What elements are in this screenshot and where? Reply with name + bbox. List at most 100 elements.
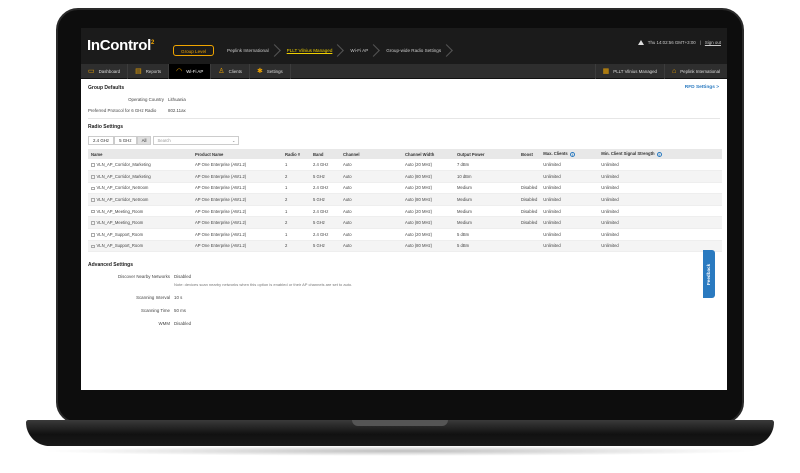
feedback-tab[interactable]: Feedback: [703, 250, 715, 298]
table-cell: 1: [282, 182, 310, 195]
group-level-badge[interactable]: Group Level: [173, 45, 215, 56]
cell-text: 2.4 GHz: [313, 231, 329, 237]
cell-text: Auto: [343, 185, 352, 191]
table-cell: 2: [282, 216, 310, 230]
table-cell: AP One Enterprise (AW1.2): [192, 159, 282, 172]
table-row[interactable]: VLN_AP_Support_Room AP One Enterprise (AW…: [88, 240, 722, 253]
discover-value[interactable]: Disabled: [174, 274, 191, 279]
info-icon[interactable]: i: [569, 151, 575, 157]
row-checkbox[interactable]: [91, 209, 95, 214]
table-cell: 2.4 GHz: [310, 159, 340, 172]
radio-settings-title: Radio Settings: [88, 124, 124, 130]
table-cell: Unlimited: [540, 240, 599, 253]
discover-note: Note: devices scan nearby networks when …: [174, 282, 353, 288]
table-row[interactable]: VLN_AP_Meeting_Room AP One Enterprise (AW…: [88, 216, 722, 230]
protocol-value: 802.11ax: [168, 108, 186, 113]
breadcrumb-item-group[interactable]: PLLT Vilnius Managed: [278, 45, 342, 56]
table-row[interactable]: VLN_AP_Corridor_Netroom AP One Enterprise…: [88, 182, 722, 195]
table-row[interactable]: VLN_AP_Corridor_Netroom AP One Enterprise…: [88, 193, 722, 206]
col-boost[interactable]: Boost: [518, 149, 541, 159]
table-cell: AP One Enterprise (AW1.2): [192, 205, 282, 218]
table-cell: 5 dBm: [454, 228, 518, 241]
nav-clients[interactable]: ♙ Clients: [211, 63, 250, 79]
table-cell: Unlimited: [598, 182, 722, 195]
tab-2-4ghz[interactable]: 2.4 GHz: [88, 136, 115, 145]
tab-all[interactable]: All: [136, 136, 152, 145]
scan-time-value[interactable]: 50 ms: [174, 308, 186, 313]
breadcrumb: Group Level Peplink International PLLT V…: [173, 45, 450, 56]
col-width[interactable]: Channel Width: [402, 149, 454, 159]
incontrol-logo[interactable]: InControl2: [87, 37, 154, 54]
interval-label: Scanning Interval: [136, 295, 170, 301]
interval-value[interactable]: 10 s: [174, 295, 182, 300]
table-cell: AP One Enterprise (AW1.2): [192, 193, 282, 206]
cell-text: Disabled: [521, 220, 538, 226]
table-cell: VLN_AP_Corridor_Netroom: [88, 193, 192, 206]
tab-5ghz[interactable]: 5 GHz: [114, 136, 137, 145]
row-checkbox[interactable]: [91, 186, 95, 191]
cell-text: 2: [285, 243, 288, 249]
col-name[interactable]: Name: [88, 149, 192, 159]
col-band[interactable]: Band: [310, 149, 340, 159]
nav-wifi-ap[interactable]: ◠ Wi-Fi AP: [169, 63, 212, 79]
table-cell: Auto (80 MHz): [402, 170, 454, 183]
chevron-down-icon: ⌄: [231, 138, 236, 143]
row-checkbox[interactable]: [91, 221, 95, 225]
signout-link[interactable]: Sign out: [705, 40, 721, 45]
table-cell: 2: [282, 170, 310, 183]
nav-org-switcher[interactable]: ⌂ Peplink International: [663, 64, 727, 79]
table-cell: [518, 170, 541, 183]
table-cell: AP One Enterprise (AW1.2): [192, 228, 282, 241]
table-cell: 1: [282, 228, 310, 241]
cell-text: Unlimited: [543, 162, 561, 168]
cell-text: 5 GHz: [313, 197, 325, 203]
user-area: Thu 14:02:56 GMT+3:00 | Sign out: [637, 40, 721, 45]
row-checkbox[interactable]: [91, 244, 95, 249]
nav-group-switcher[interactable]: ▦ PLLT Vilnius Managed: [594, 64, 664, 79]
org-icon: ⌂: [671, 68, 677, 75]
row-checkbox[interactable]: [91, 233, 95, 237]
nav-reports[interactable]: ▤ Reports: [128, 63, 170, 79]
wmm-value[interactable]: Disabled: [174, 321, 191, 326]
cell-text: 2.4 GHz: [313, 185, 329, 191]
nav-settings[interactable]: ✱ Settings: [250, 63, 291, 79]
col-product[interactable]: Product Name: [192, 149, 282, 159]
cell-text: 1: [285, 231, 288, 237]
col-min-signal[interactable]: Min. Client Signal Strength i: [598, 149, 722, 159]
row-checkbox[interactable]: [91, 175, 95, 179]
table-cell: Disabled: [518, 193, 541, 206]
search-input[interactable]: Search ⌄: [153, 136, 240, 145]
table-row[interactable]: VLN_AP_Support_Room AP One Enterprise (AW…: [88, 228, 722, 241]
cell-text: 2.4 GHz: [313, 162, 329, 168]
cell-text: Auto (80 MHz): [405, 197, 432, 203]
wmm-label: WMM: [158, 321, 170, 327]
col-power[interactable]: Output Power: [454, 149, 518, 159]
table-cell: Unlimited: [598, 170, 722, 183]
col-max-clients[interactable]: Max. Clients i: [540, 149, 599, 159]
wmm-row: WMM Disabled: [88, 321, 720, 326]
table-row[interactable]: VLN_AP_Corridor_Marketing AP One Enterpri…: [88, 159, 722, 172]
table-cell: VLN_AP_Support_Room: [88, 228, 192, 241]
cell-text: 2: [285, 220, 288, 226]
table-cell: Auto (20 MHz): [402, 182, 454, 195]
row-checkbox[interactable]: [91, 163, 95, 167]
cell-text: AP One Enterprise (AW1.2): [195, 197, 247, 203]
col-channel[interactable]: Channel: [340, 149, 402, 159]
warning-icon[interactable]: [637, 40, 644, 45]
row-checkbox[interactable]: [91, 198, 95, 202]
main-nav: ▭ Dashboard ▤ Reports ◠ Wi-Fi AP ♙ Clients ✱…: [81, 63, 727, 79]
table-cell: Auto: [340, 228, 402, 241]
table-row[interactable]: VLN_AP_Corridor_Marketing AP One Enterpri…: [88, 170, 722, 183]
breadcrumb-item-wifi-ap[interactable]: Wi-Fi AP: [341, 45, 377, 56]
cell-text: 7 dBm: [457, 162, 470, 168]
grid-icon: ▦: [602, 68, 610, 75]
cell-text: Unlimited: [543, 243, 561, 249]
table-cell: 5 dBm: [454, 240, 518, 253]
col-radio[interactable]: Radio #: [282, 149, 310, 159]
breadcrumb-item-org[interactable]: Peplink International: [218, 45, 278, 56]
info-icon[interactable]: i: [656, 151, 662, 157]
nav-dashboard[interactable]: ▭ Dashboard: [81, 63, 129, 79]
table-cell: 2.4 GHz: [310, 228, 340, 241]
table-row[interactable]: VLN_AP_Meeting_Room AP One Enterprise (AW…: [88, 205, 722, 218]
rfd-settings-link[interactable]: RFD Settings >: [685, 85, 719, 90]
